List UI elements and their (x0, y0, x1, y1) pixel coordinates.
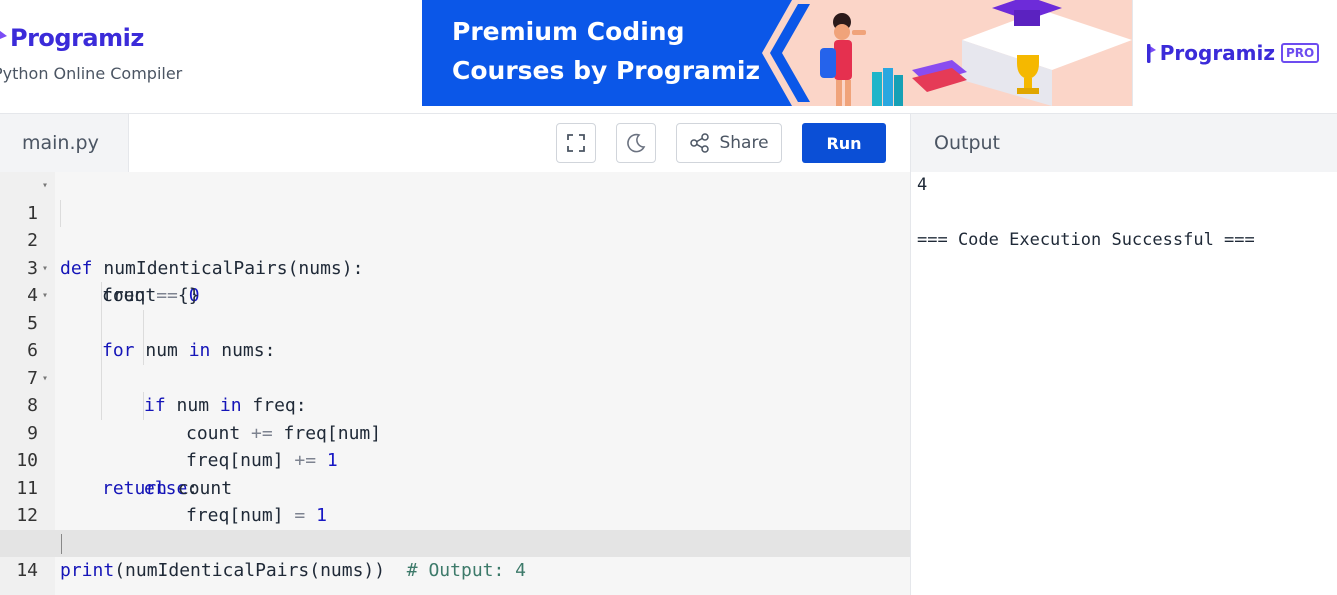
code-line-active[interactable]: 14 (0, 529, 910, 581)
fold-arrow-icon[interactable]: ▾ (42, 282, 48, 310)
ad-line-1: Premium Coding (452, 17, 685, 46)
tool-strip: Share Run (129, 114, 911, 172)
code-line[interactable]: 6 count += freq[num] (0, 309, 910, 444)
code-text: print(numIdenticalPairs(nums)) # Output:… (60, 557, 526, 585)
logo[interactable]: Programiz Python Online Compiler (0, 20, 182, 83)
run-button[interactable]: Run (802, 123, 886, 163)
file-tab-main-py[interactable]: main.py (0, 114, 129, 172)
programiz-pro-logo: Programiz PRO (1146, 41, 1320, 65)
share-label: Share (719, 133, 769, 153)
code-line[interactable]: 7 freq[num] += 1 (0, 337, 910, 471)
text-cursor (61, 533, 62, 554)
programiz-logo-icon (0, 30, 7, 39)
code-line[interactable]: 2 count = 0 (0, 199, 910, 306)
token: (numIdenticalPairs(nums)) (114, 560, 386, 581)
indent-guide (101, 392, 102, 420)
code-line[interactable]: 9 freq[num] = 1 (0, 392, 910, 526)
code-line[interactable]: 10 return count (0, 420, 910, 499)
fold-arrow-icon[interactable]: ▾ (42, 365, 48, 393)
code-line[interactable]: 8 ▾ else: (0, 364, 910, 499)
indent-guide (101, 309, 102, 337)
editor-toolbar: main.py Share Run Output (0, 113, 1337, 172)
token: print (60, 560, 115, 581)
ad-pro-panel: Programiz PRO (1132, 0, 1332, 106)
pro-logo-text: Programiz (1159, 41, 1276, 65)
output-line: === Code Execution Successful === (917, 230, 1255, 250)
code-editor[interactable]: 1 ▾ def numIdenticalPairs(nums): 2 count… (0, 172, 911, 595)
fullscreen-icon (567, 134, 585, 152)
programiz-pro-logo-icon (1146, 44, 1156, 63)
logo-text: Programiz (10, 24, 144, 52)
output-line: 4 (917, 175, 928, 195)
ad-headline: Premium Coding Courses by Programiz (452, 12, 760, 90)
top-header: Programiz Python Online Compiler Premium… (0, 0, 1337, 113)
indent-guide (143, 392, 144, 420)
indent-guide (60, 199, 61, 227)
pro-badge: PRO (1281, 43, 1320, 63)
ad-line-2: Courses by Programiz (452, 56, 761, 85)
ad-banner[interactable]: Premium Coding Courses by Programiz Prog… (422, 0, 1332, 106)
indent-guide (143, 337, 144, 365)
indent-guide (101, 337, 102, 365)
indent-guide (101, 364, 102, 392)
page-subtitle: Python Online Compiler (0, 64, 183, 83)
output-panel: 4 === Code Execution Successful === (911, 172, 1337, 595)
line-number: 14 (16, 560, 38, 581)
code-line[interactable]: 1 ▾ def numIdenticalPairs(nums): (0, 172, 910, 279)
code-line[interactable]: 4 ▾ for num in nums: (0, 255, 910, 362)
moon-icon (627, 133, 646, 153)
token: # Output: 4 (385, 560, 527, 581)
share-icon (690, 133, 710, 153)
code-line[interactable]: 12 nums = [1, 2, 3, 1, 1, 3] (0, 475, 910, 554)
indent-guide (143, 309, 144, 337)
code-line[interactable]: 11 (0, 447, 910, 499)
fold-arrow-icon[interactable]: ▾ (42, 172, 48, 200)
fullscreen-button[interactable] (556, 123, 596, 163)
fold-arrow-icon[interactable]: ▾ (42, 255, 48, 283)
share-button[interactable]: Share (676, 123, 782, 163)
code-line[interactable]: 5 ▾ if num in freq: (0, 282, 910, 416)
code-line[interactable]: 13 print(numIdenticalPairs(nums)) # Outp… (0, 502, 910, 582)
code-line[interactable]: 3 freq = {} (0, 227, 910, 307)
ad-illustration (762, 0, 1132, 106)
indent-guide (101, 282, 102, 310)
theme-toggle-button[interactable] (616, 123, 656, 163)
output-title: Output (911, 114, 1337, 172)
